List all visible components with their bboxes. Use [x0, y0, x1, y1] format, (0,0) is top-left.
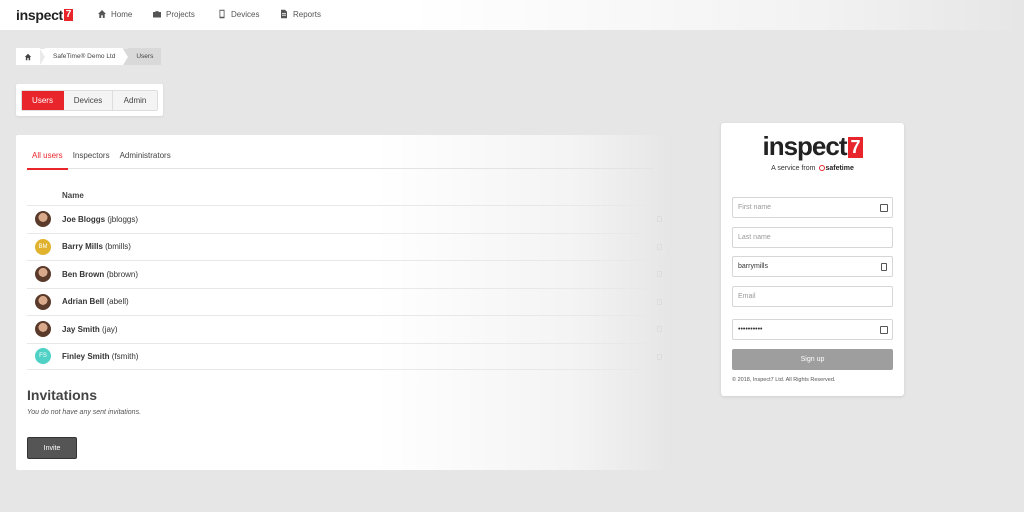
user-name: Barry Mills (bmills) [62, 242, 131, 251]
nav-reports[interactable]: Reports [279, 9, 321, 19]
first-name-placeholder: First name [738, 204, 772, 211]
tab-inspectors[interactable]: Inspectors [68, 151, 115, 169]
password-field[interactable]: •••••••••• [732, 319, 893, 340]
password-value: •••••••••• [738, 326, 763, 333]
user-name: Joe Bloggs (jbloggs) [62, 215, 138, 224]
breadcrumb: SafeTime® Demo Ltd Users [16, 48, 162, 65]
row-action-icon[interactable] [657, 271, 662, 277]
briefcase-icon [153, 11, 161, 18]
first-name-field[interactable]: First name [732, 197, 893, 218]
last-name-field[interactable]: Last name [732, 227, 893, 248]
user-username: (bbrown) [106, 269, 139, 279]
user-full-name: Jay Smith [62, 324, 100, 334]
user-full-name: Ben Brown [62, 269, 105, 279]
avatar [35, 321, 51, 338]
table-row[interactable]: Adrian Bell (abell) [27, 287, 662, 316]
tab-users[interactable]: Users [22, 91, 64, 110]
row-action-icon[interactable] [657, 216, 662, 222]
table-row[interactable]: BM Barry Mills (bmills) [27, 232, 662, 261]
invitations-empty-text: You do not have any sent invitations. [27, 409, 142, 416]
tablet-icon [219, 9, 225, 19]
row-action-icon[interactable] [657, 353, 662, 360]
user-username: (jay) [102, 324, 118, 334]
copyright-text: © 2018, Inspect7 Ltd. All Rights Reserve… [732, 377, 836, 383]
user-name: Jay Smith (jay) [62, 325, 118, 334]
home-icon [24, 53, 32, 60]
row-action-icon[interactable] [657, 243, 662, 250]
user-filter-tabs: All users Inspectors Administrators [27, 151, 654, 170]
brand-tagline: A service from safetime [721, 165, 904, 172]
user-full-name: Barry Mills [62, 242, 103, 252]
tagline-prefix: A service from [771, 165, 816, 172]
nav-home-label: Home [111, 9, 133, 19]
user-full-name: Joe Bloggs [62, 214, 106, 224]
app-logo-text: inspect [16, 7, 63, 23]
top-navbar: inspect 7 Home Projects Devices Reports [0, 0, 1024, 30]
user-username: (jbloggs) [107, 214, 139, 224]
table-row[interactable]: FS Finley Smith (fsmith) [27, 342, 662, 370]
column-header-name: Name [62, 191, 84, 200]
username-value: barrymills [738, 263, 768, 270]
file-icon [281, 9, 287, 19]
invite-button[interactable]: Invite [27, 437, 77, 459]
user-username: (abell) [106, 297, 129, 307]
user-name: Adrian Bell (abell) [62, 297, 129, 306]
row-action-icon[interactable] [657, 326, 662, 332]
avatar [35, 293, 51, 310]
brand-logo: inspect 7 [721, 131, 904, 162]
table-row[interactable]: Ben Brown (bbrown) [27, 260, 662, 288]
app-logo[interactable]: inspect 7 [16, 7, 73, 23]
username-field[interactable]: barrymills [732, 256, 893, 277]
users-card: All users Inspectors Administrators Name… [16, 135, 670, 470]
row-action-icon[interactable] [657, 298, 662, 305]
nav-devices-label: Devices [231, 9, 260, 19]
tab-admin[interactable]: Admin [113, 91, 157, 110]
user-list: Joe Bloggs (jbloggs) BM Barry Mills (bmi… [27, 205, 662, 370]
user-full-name: Adrian Bell [62, 297, 105, 307]
tagline-brand: safetime [825, 165, 854, 172]
user-username: (bmills) [105, 242, 131, 252]
avatar: BM [35, 238, 51, 255]
signup-button[interactable]: Sign up [732, 349, 893, 370]
section-tab-card: Users Devices Admin [16, 84, 163, 116]
user-full-name: Finley Smith [62, 351, 110, 361]
nav-home[interactable]: Home [97, 9, 132, 19]
nav-projects-label: Projects [166, 9, 195, 19]
invitations-title: Invitations [27, 387, 98, 403]
nav-devices[interactable]: Devices [217, 9, 259, 19]
email-placeholder: Email [738, 293, 756, 300]
home-icon [98, 10, 106, 18]
autofill-icon[interactable] [880, 326, 888, 334]
avatar [35, 211, 51, 228]
tab-administrators[interactable]: Administrators [115, 151, 176, 169]
breadcrumb-current: Users [128, 48, 162, 65]
tab-devices[interactable]: Devices [64, 91, 113, 110]
table-row[interactable]: Joe Bloggs (jbloggs) [27, 205, 662, 233]
user-name: Finley Smith (fsmith) [62, 352, 138, 361]
user-username: (fsmith) [111, 351, 139, 361]
nav-projects[interactable]: Projects [152, 9, 195, 19]
signup-card: inspect 7 A service from safetime First n… [721, 123, 904, 396]
breadcrumb-home[interactable] [16, 48, 40, 65]
brand-logo-text: inspect [762, 131, 847, 161]
nav-reports-label: Reports [293, 9, 322, 19]
tab-all-users[interactable]: All users [27, 151, 68, 170]
app-logo-digit: 7 [63, 9, 73, 21]
avatar [35, 266, 51, 283]
section-tabs: Users Devices Admin [21, 90, 158, 111]
email-field[interactable]: Email [732, 286, 893, 307]
brand-logo-digit: 7 [847, 137, 863, 158]
autofill-icon[interactable] [880, 204, 888, 212]
avatar: FS [35, 348, 51, 365]
breadcrumb-company[interactable]: SafeTime® Demo Ltd [45, 48, 124, 65]
info-icon[interactable] [881, 263, 887, 271]
user-name: Ben Brown (bbrown) [62, 270, 138, 279]
last-name-placeholder: Last name [738, 234, 771, 241]
table-row[interactable]: Jay Smith (jay) [27, 315, 662, 343]
